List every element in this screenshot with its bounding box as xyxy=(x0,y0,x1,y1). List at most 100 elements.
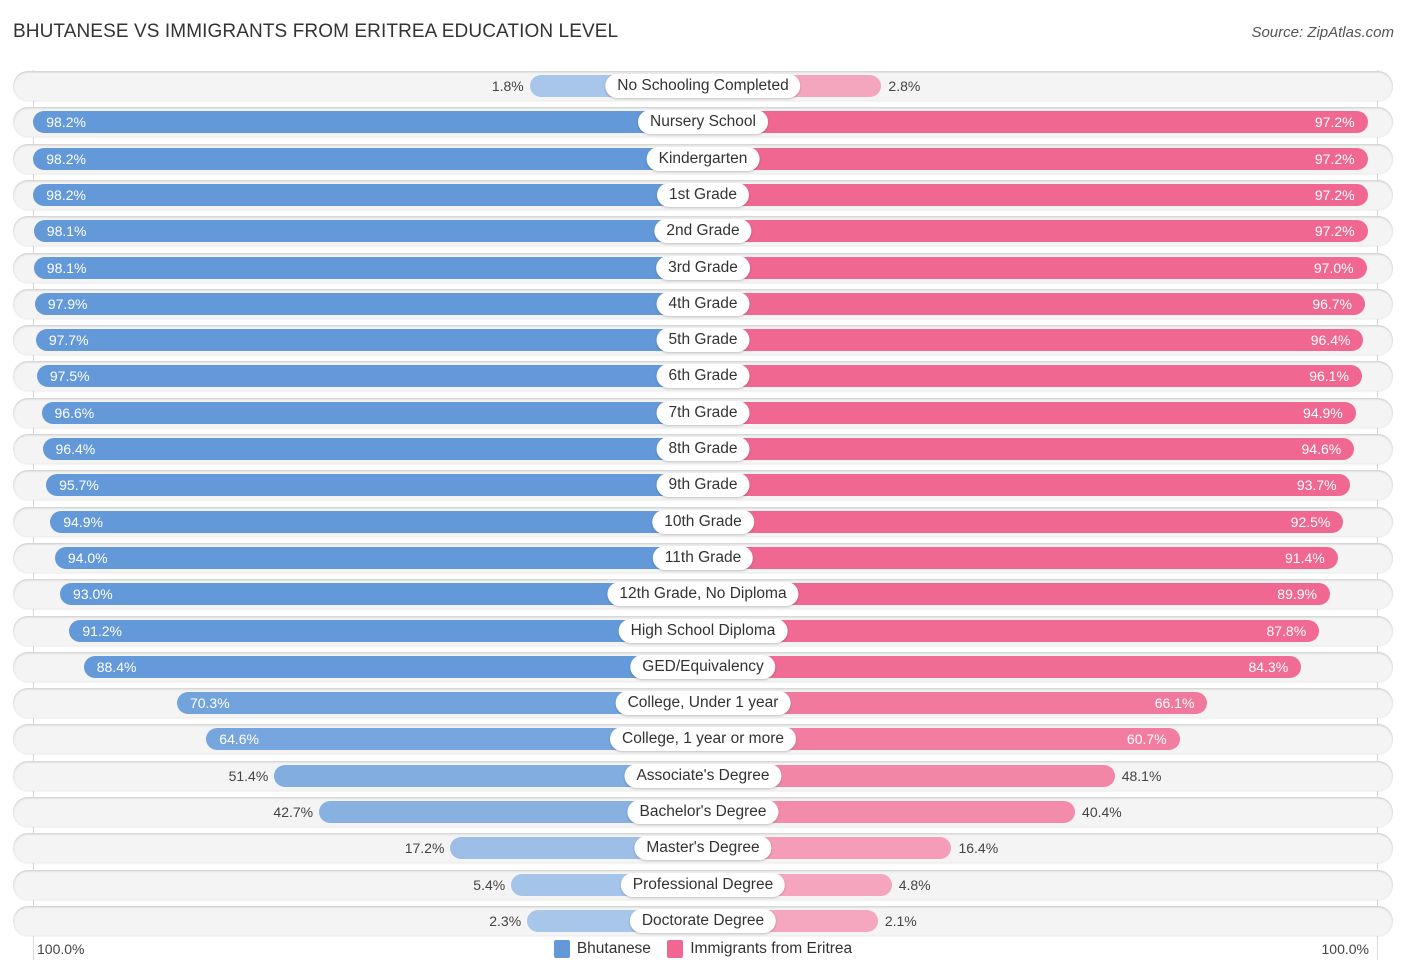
bar-eritrea[interactable] xyxy=(703,147,1368,170)
bar-eritrea[interactable] xyxy=(703,329,1364,352)
category-label: 6th Grade xyxy=(656,364,750,389)
value-label-eritrea: 60.7% xyxy=(1126,731,1167,748)
bar-eritrea[interactable] xyxy=(703,183,1368,206)
bar-bhutanese[interactable] xyxy=(36,365,703,388)
chart-row: 98.2% 97.2% 1st Grade xyxy=(13,179,1393,210)
chart-row: 97.5% 96.1% 6th Grade xyxy=(13,361,1393,392)
bar-bhutanese[interactable] xyxy=(33,256,703,279)
bar-eritrea[interactable] xyxy=(703,292,1365,315)
category-label: 10th Grade xyxy=(652,509,754,534)
value-label-eritrea: 40.4% xyxy=(1082,804,1122,820)
bar-eritrea[interactable] xyxy=(703,401,1356,424)
value-label-bhutanese: 98.2% xyxy=(46,114,86,131)
category-label: Master's Degree xyxy=(634,836,772,861)
value-label-eritrea: 89.9% xyxy=(1277,586,1317,603)
value-label-bhutanese: 17.2% xyxy=(404,840,445,857)
legend: Bhutanese Immigrants from Eritrea xyxy=(0,940,1406,963)
value-label-eritrea: 96.1% xyxy=(1309,368,1349,385)
bar-eritrea[interactable] xyxy=(703,365,1362,388)
category-label: 11th Grade xyxy=(652,545,754,570)
category-label: Nursery School xyxy=(638,110,768,135)
bar-bhutanese[interactable] xyxy=(33,183,703,206)
value-label-bhutanese: 98.2% xyxy=(46,186,86,203)
bar-bhutanese[interactable] xyxy=(33,220,703,243)
value-label-eritrea: 84.3% xyxy=(1248,658,1289,675)
legend-item-eritrea[interactable]: Immigrants from Eritrea xyxy=(667,940,852,958)
value-label-bhutanese: 97.5% xyxy=(49,368,90,385)
value-label-bhutanese: 94.0% xyxy=(67,549,108,566)
bar-bhutanese[interactable] xyxy=(35,329,703,352)
category-label: Professional Degree xyxy=(620,872,786,897)
category-label: 7th Grade xyxy=(656,400,750,425)
bar-bhutanese[interactable] xyxy=(41,401,703,424)
chart-row: 98.2% 97.2% Kindergarten xyxy=(13,143,1393,174)
value-label-eritrea: 96.7% xyxy=(1312,295,1353,312)
bar-bhutanese[interactable] xyxy=(54,546,703,569)
chart-row: 51.4% 48.1% Associate's Degree xyxy=(13,760,1393,791)
value-label-bhutanese: 96.4% xyxy=(55,441,96,457)
value-label-eritrea: 96.4% xyxy=(1310,332,1351,349)
category-label: 9th Grade xyxy=(656,473,750,498)
value-label-bhutanese: 98.1% xyxy=(46,223,87,240)
bar-bhutanese[interactable] xyxy=(83,655,703,678)
bar-eritrea[interactable] xyxy=(703,474,1350,497)
chart-row: 98.2% 97.2% Nursery School xyxy=(13,107,1393,138)
value-label-bhutanese: 98.2% xyxy=(46,150,86,167)
bar-eritrea[interactable] xyxy=(703,510,1344,533)
value-label-eritrea: 94.9% xyxy=(1303,404,1343,421)
bar-bhutanese[interactable] xyxy=(33,147,703,170)
bar-bhutanese[interactable] xyxy=(33,111,703,134)
value-label-eritrea: 66.1% xyxy=(1154,695,1195,712)
chart-row: 1.8% 2.8% No Schooling Completed xyxy=(13,71,1393,101)
legend-swatch-eritrea xyxy=(667,940,684,958)
chart-row: 88.4% 84.3% GED/Equivalency xyxy=(13,651,1393,682)
bar-eritrea[interactable] xyxy=(703,655,1302,678)
category-label: Bachelor's Degree xyxy=(627,800,779,824)
bar-eritrea[interactable] xyxy=(703,220,1368,243)
bar-eritrea[interactable] xyxy=(703,619,1320,642)
value-label-bhutanese: 97.9% xyxy=(47,295,88,312)
legend-swatch-bhutanese xyxy=(553,940,570,958)
bar-eritrea[interactable] xyxy=(703,256,1367,279)
legend-label: Bhutanese xyxy=(576,940,651,957)
value-label-eritrea: 97.2% xyxy=(1314,223,1355,240)
category-label: Doctorate Degree xyxy=(629,908,777,933)
bar-bhutanese[interactable] xyxy=(46,474,703,497)
value-label-eritrea: 94.6% xyxy=(1301,441,1342,457)
legend-label: Immigrants from Eritrea xyxy=(690,940,853,957)
chart-row: 97.9% 96.7% 4th Grade xyxy=(13,288,1393,319)
value-label-eritrea: 87.8% xyxy=(1266,622,1307,639)
category-label: No Schooling Completed xyxy=(605,74,801,98)
bar-eritrea[interactable] xyxy=(703,438,1355,460)
value-label-bhutanese: 51.4% xyxy=(228,767,269,784)
category-label: 3rd Grade xyxy=(656,255,750,280)
value-label-bhutanese: 95.7% xyxy=(59,477,99,494)
category-label: 4th Grade xyxy=(656,291,750,316)
value-label-bhutanese: 88.4% xyxy=(96,658,137,675)
bar-eritrea[interactable] xyxy=(703,111,1368,134)
bar-bhutanese[interactable] xyxy=(69,619,703,642)
legend-item-bhutanese[interactable]: Bhutanese xyxy=(553,940,651,958)
value-label-bhutanese: 42.7% xyxy=(273,804,314,820)
chart-row: 93.0% 89.9% 12th Grade, No Diploma xyxy=(13,579,1393,610)
category-label: Associate's Degree xyxy=(624,763,782,788)
chart-row: 96.6% 94.9% 7th Grade xyxy=(13,397,1393,428)
chart-row: 91.2% 87.8% High School Diploma xyxy=(13,615,1393,646)
value-label-eritrea: 2.8% xyxy=(888,78,921,94)
chart-row: 64.6% 60.7% College, 1 year or more xyxy=(13,724,1393,755)
value-label-bhutanese: 94.9% xyxy=(63,513,103,530)
bar-bhutanese[interactable] xyxy=(50,510,703,533)
value-label-eritrea: 2.1% xyxy=(884,912,917,929)
value-label-eritrea: 97.2% xyxy=(1314,150,1355,167)
value-label-eritrea: 92.5% xyxy=(1290,513,1331,530)
value-label-bhutanese: 70.3% xyxy=(189,695,230,712)
value-label-bhutanese: 64.6% xyxy=(219,731,259,748)
chart-row: 96.4% 94.6% 8th Grade xyxy=(13,434,1393,464)
bar-eritrea[interactable] xyxy=(703,546,1338,569)
bar-bhutanese[interactable] xyxy=(34,292,703,315)
source-credit: Source: ZipAtlas.com xyxy=(1251,24,1394,41)
chart-title: BHUTANESE VS IMMIGRANTS FROM ERITREA EDU… xyxy=(13,21,619,42)
bar-bhutanese[interactable] xyxy=(42,438,703,460)
chart-row: 98.1% 97.2% 2nd Grade xyxy=(13,216,1393,247)
value-label-bhutanese: 91.2% xyxy=(82,622,123,639)
